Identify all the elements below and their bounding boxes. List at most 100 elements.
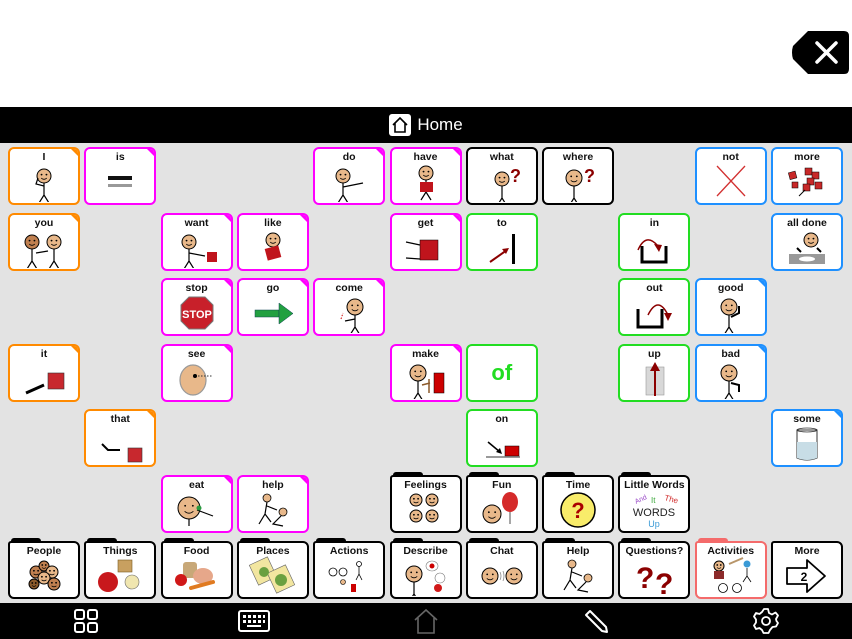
home-icon	[389, 114, 412, 136]
folder-tab	[545, 472, 576, 477]
arrow-on-surface-icon	[468, 425, 536, 463]
home-button[interactable]	[410, 607, 442, 635]
word-button-go[interactable]: go	[236, 278, 309, 337]
person-helping-icon	[239, 491, 307, 529]
two-people-pointing-icon	[10, 229, 78, 268]
person-hugging-block-icon	[239, 229, 307, 267]
equals-icon	[86, 163, 154, 201]
keyboard-button[interactable]	[238, 607, 270, 635]
word-button-help[interactable]: help	[236, 475, 309, 533]
word-button-in[interactable]: in	[618, 212, 691, 271]
word-button-have[interactable]: have	[389, 147, 462, 205]
person-describing-icon	[392, 557, 460, 596]
folder-tab	[621, 472, 652, 477]
folder-button-help[interactable]: Help	[542, 540, 615, 599]
sports-activities-icon	[697, 556, 765, 595]
folder-button-feelings[interactable]: Feelings	[389, 475, 462, 533]
person-question-icon: ?	[468, 163, 536, 202]
corner-marker	[451, 345, 460, 354]
corner-marker	[146, 149, 155, 157]
stop-sign-icon: STOP	[163, 294, 231, 332]
home-icon	[414, 608, 438, 634]
folder-button-food[interactable]: Food	[160, 540, 233, 599]
person-thumbs-up-icon	[697, 294, 765, 334]
word-button-more[interactable]: More 2	[771, 540, 843, 599]
word-button-get[interactable]: get	[389, 212, 462, 271]
word-button-on[interactable]: on	[465, 409, 538, 468]
word-button-eat[interactable]: eat	[160, 475, 233, 533]
svg-text:2: 2	[801, 570, 808, 584]
folder-button-places[interactable]: Places	[236, 540, 309, 599]
word-button-stop[interactable]: stop STOP	[160, 278, 233, 337]
word-button-out[interactable]: out	[618, 278, 691, 337]
word-button-it[interactable]: it	[8, 343, 80, 402]
word-button-good[interactable]: good	[694, 278, 767, 337]
word-button-make[interactable]: make	[389, 343, 462, 402]
folder-button-people[interactable]: People	[8, 540, 80, 599]
word-button-up[interactable]: up	[618, 343, 691, 402]
corner-marker	[146, 411, 155, 420]
word-button-where[interactable]: where?	[542, 147, 615, 205]
svg-text:?: ?	[636, 562, 654, 595]
person-beckoning-icon	[315, 294, 383, 334]
folder-button-little-words[interactable]: Little Words And It The WORDS Up	[618, 475, 691, 533]
word-button-like[interactable]: like	[236, 212, 309, 271]
glass-half-full-icon	[773, 425, 841, 463]
title-bar: Home	[0, 107, 852, 143]
word-button-of[interactable]: of	[465, 343, 538, 402]
folder-button-activities[interactable]: Activities	[694, 540, 767, 599]
arrow-up-icon	[620, 360, 688, 398]
word-button-see[interactable]: see	[160, 343, 233, 402]
word-button-come[interactable]: come	[313, 278, 386, 337]
corner-marker	[298, 280, 307, 289]
person-reaching-block-icon	[163, 229, 231, 268]
person-hammering-icon	[392, 360, 460, 399]
folder-button-describe[interactable]: Describe	[389, 540, 462, 599]
svg-text:?: ?	[510, 166, 521, 186]
little-words-icon: And It The WORDS Up	[620, 491, 688, 529]
person-thumbs-down-icon	[697, 360, 765, 399]
settings-button[interactable]	[750, 607, 782, 635]
word-text: of	[491, 359, 513, 385]
word-button-you[interactable]: you	[8, 212, 80, 271]
message-bar[interactable]	[0, 0, 852, 107]
word-button-not[interactable]: not	[694, 147, 767, 205]
folder-button-chat[interactable]: Chat	[465, 540, 538, 599]
corner-marker	[375, 280, 384, 289]
arrow-to-line-icon	[468, 229, 536, 267]
svg-text:It: It	[651, 496, 656, 505]
word-button-is[interactable]: is	[84, 147, 157, 205]
svg-text:?: ?	[655, 568, 673, 596]
corner-marker	[833, 411, 841, 420]
word-button-more[interactable]: more	[771, 147, 843, 205]
grid-button[interactable]	[70, 607, 102, 635]
word-button-i[interactable]: I	[8, 147, 80, 205]
word-button-all-done[interactable]: all done	[771, 212, 843, 271]
folder-tab	[697, 537, 728, 543]
two-faces-talking-icon	[468, 557, 536, 595]
word-button-that[interactable]: that	[84, 409, 157, 468]
hand-pointing-far-block-icon	[86, 425, 154, 463]
folder-button-time[interactable]: Time?	[542, 475, 615, 533]
folder-button-questions[interactable]: Questions???	[618, 540, 691, 599]
person-eating-icon	[163, 491, 231, 529]
word-button-bad[interactable]: bad	[694, 343, 767, 402]
word-button-some[interactable]: some	[771, 409, 843, 468]
clear-message-button[interactable]	[792, 29, 850, 76]
folder-tab	[468, 472, 499, 477]
folder-tab	[239, 537, 270, 543]
corner-marker	[222, 214, 231, 223]
folder-button-things[interactable]: Things	[84, 540, 157, 599]
person-helping-icon	[544, 557, 612, 595]
word-button-want[interactable]: want	[160, 212, 233, 271]
folder-tab	[163, 537, 194, 543]
hands-grabbing-block-icon	[392, 229, 460, 267]
word-button-do[interactable]: do	[313, 147, 386, 205]
folder-tab	[316, 537, 347, 543]
word-button-to[interactable]: to	[465, 212, 538, 271]
backspace-x-icon	[792, 31, 849, 74]
word-button-what[interactable]: what?	[465, 147, 538, 205]
folder-button-fun[interactable]: Fun	[465, 475, 538, 533]
folder-button-actions[interactable]: Actions	[313, 540, 386, 599]
edit-button[interactable]	[580, 607, 612, 635]
